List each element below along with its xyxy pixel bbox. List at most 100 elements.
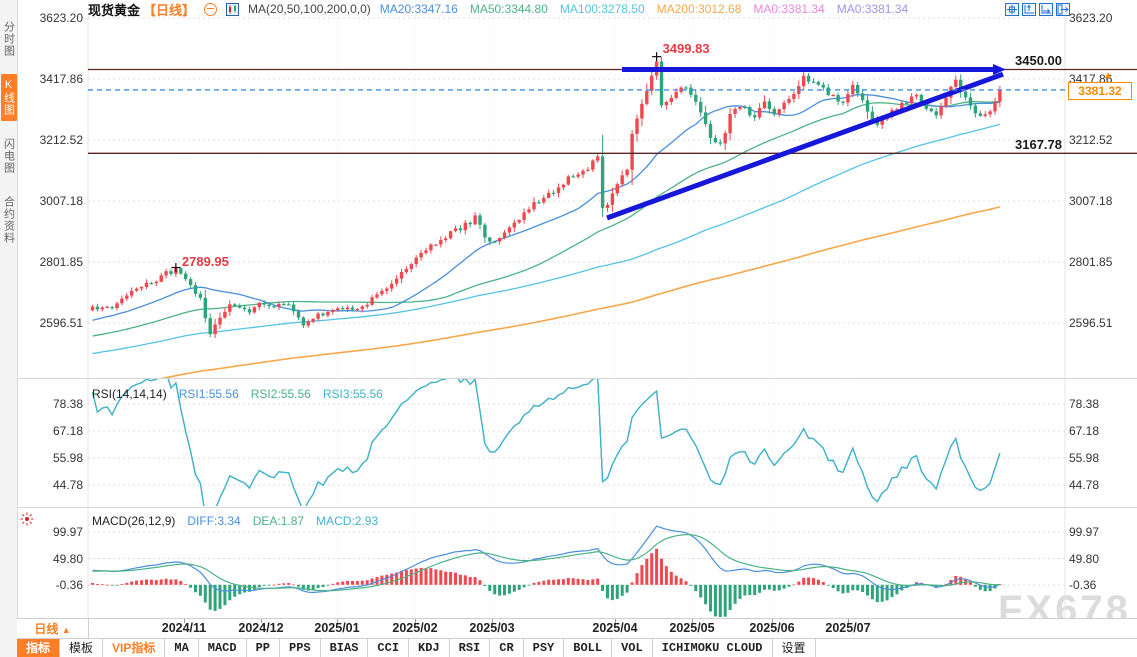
zoom-x-axis-icon[interactable] <box>1039 3 1053 16</box>
panel-separator <box>17 507 1137 508</box>
toolbar-button-vol[interactable]: VOL <box>612 639 653 657</box>
ma-settings-label: MA(20,50,100,200,0,0) <box>248 2 371 16</box>
red-burst-icon[interactable] <box>20 512 34 526</box>
resistance-level-label: 3450.00 <box>992 53 1062 68</box>
toolbar-button-设置[interactable]: 设置 <box>773 639 816 657</box>
axis-label: 2596.51 <box>17 316 86 330</box>
axis-label: 55.98 <box>17 451 86 465</box>
date-tick <box>772 619 773 623</box>
date-tick-label: 2025/06 <box>737 621 807 635</box>
toolbar-button-cr[interactable]: CR <box>490 639 523 657</box>
date-tick-label: 2025/05 <box>657 621 727 635</box>
axis-label: 49.80 <box>1069 552 1099 566</box>
axis-label: 67.18 <box>1069 424 1099 438</box>
toolbar-button-指标[interactable]: 指标 <box>17 639 60 657</box>
export-right-icon[interactable] <box>1056 3 1070 16</box>
indicator-readout: DIFF:3.34 <box>187 514 240 528</box>
axis-label: 3212.52 <box>1069 133 1112 147</box>
date-tick <box>337 619 338 623</box>
toolbar-button-rsi[interactable]: RSI <box>450 639 491 657</box>
panel-separator <box>17 378 1137 379</box>
date-tick-label: 2025/07 <box>813 621 883 635</box>
axis-label: 78.38 <box>17 397 86 411</box>
sidebar-tab-4[interactable]: 合约资料 <box>1 191 17 249</box>
indicator-readout: RSI2:55.56 <box>251 387 311 401</box>
axis-label: 44.78 <box>17 478 86 492</box>
axis-label: 3007.18 <box>17 194 86 208</box>
chart-canvas[interactable] <box>0 0 1137 657</box>
axis-label: 49.80 <box>17 552 86 566</box>
date-tick <box>848 619 849 623</box>
period-tag[interactable]: 【日线】 <box>143 0 195 19</box>
ma-readout: MA200:3012.68 <box>657 2 742 16</box>
axis-label: 78.38 <box>1069 397 1099 411</box>
sidebar-tab-2[interactable]: K线图 <box>1 74 17 121</box>
last-price-badge: 3381.32 <box>1068 82 1132 100</box>
price-up-arrow-icon: ▲ <box>1103 71 1113 81</box>
toolbar-button-boll[interactable]: BOLL <box>564 639 612 657</box>
axis-label: 2801.85 <box>17 255 86 269</box>
axis-label: 44.78 <box>1069 478 1099 492</box>
macd-header: MACD(26,12,9) DIFF:3.34 DEA:1.87 MACD:2.93 <box>92 514 378 528</box>
indicator-readout: DEA:1.87 <box>253 514 304 528</box>
axis-label: 2596.51 <box>1069 316 1112 330</box>
low-price-annotation: 2789.95 <box>182 254 229 269</box>
indicator-readout: MACD:2.93 <box>316 514 378 528</box>
axis-label: -0.36 <box>17 578 86 592</box>
date-tick-label: 2024/12 <box>226 621 296 635</box>
chart-type-icon[interactable] <box>226 3 239 16</box>
date-tick-label: 2024/11 <box>149 621 219 635</box>
symbol-name: 现货黄金 <box>88 0 140 19</box>
axis-label: 3007.18 <box>1069 194 1112 208</box>
indicator-toolbar: 指标模板VIP指标MAMACDPPPPSBIASCCIKDJRSICRPSYBO… <box>17 638 1137 657</box>
timeline-row: 日线 ▲ 2024/112024/122025/012025/022025/03… <box>17 618 1137 639</box>
date-tick-label: 2025/02 <box>380 621 450 635</box>
sidebar-tab-3[interactable]: 闪电图 <box>1 133 17 179</box>
axis-label: 99.97 <box>1069 525 1099 539</box>
toolbar-button-vip指标[interactable]: VIP指标 <box>103 639 165 657</box>
axis-label: 55.98 <box>1069 451 1099 465</box>
toolbar-button-kdj[interactable]: KDJ <box>409 639 450 657</box>
zoom-y-axis-icon[interactable] <box>1022 3 1036 16</box>
ma-readout: MA100:3278.50 <box>560 2 645 16</box>
axis-label: 2801.85 <box>1069 255 1112 269</box>
axis-label: 3417.86 <box>17 72 86 86</box>
period-arrow-icon: ▲ <box>62 625 71 635</box>
axis-label: 3623.20 <box>17 11 86 25</box>
indicator-readout: RSI1:55.56 <box>179 387 239 401</box>
toolbar-button-macd[interactable]: MACD <box>199 639 247 657</box>
sidebar: 分时图 K线图闪电图合约资料 <box>0 0 18 657</box>
axis-label: 3623.20 <box>1069 11 1112 25</box>
ma-readouts: MA20:3347.16 MA50:3344.80 MA100:3278.50 MA2… <box>380 2 908 16</box>
ma-readout: MA0:3381.34 <box>837 2 908 16</box>
macd-title: MACD(26,12,9) <box>92 514 175 528</box>
ma-readout: MA50:3344.80 <box>470 2 548 16</box>
trading-chart-app: FX678 分时图K线图闪电图合约资料 现货黄金 【日线】 MA(20,50,1… <box>0 0 1137 657</box>
ma-readout: MA20:3347.16 <box>380 2 458 16</box>
ma-readout: MA0:3381.34 <box>753 2 824 16</box>
date-tick <box>261 619 262 623</box>
date-tick-label: 2025/04 <box>580 621 650 635</box>
axis-label: -0.36 <box>1069 578 1096 592</box>
pan-crosshair-icon[interactable] <box>1005 3 1019 16</box>
toolbar-button-pp[interactable]: PP <box>247 639 280 657</box>
toolbar-button-pps[interactable]: PPS <box>280 639 321 657</box>
toolbar-button-模板[interactable]: 模板 <box>60 639 103 657</box>
toolbar-button-ichimoku-cloud[interactable]: ICHIMOKU CLOUD <box>653 639 773 657</box>
date-tick <box>615 619 616 623</box>
indicator-readout: RSI3:55.56 <box>323 387 383 401</box>
toolbar-button-bias[interactable]: BIAS <box>321 639 369 657</box>
axis-label: 3212.52 <box>17 133 86 147</box>
collapse-indicator-icon[interactable] <box>204 3 217 16</box>
toolbar-button-psy[interactable]: PSY <box>524 639 565 657</box>
axis-label: 99.97 <box>17 525 86 539</box>
toolbar-button-ma[interactable]: MA <box>165 639 198 657</box>
chart-tool-icons <box>1005 3 1070 16</box>
toolbar-button-cci[interactable]: CCI <box>368 639 409 657</box>
rsi-title: RSI(14,14,14) <box>92 387 167 401</box>
chart-header: 现货黄金 【日线】 MA(20,50,100,200,0,0) MA20:334… <box>88 1 908 17</box>
sidebar-tab-1[interactable]: 分时图 <box>1 16 17 62</box>
date-tick <box>492 619 493 623</box>
period-selector-button[interactable]: 日线 ▲ <box>17 619 89 639</box>
support-level-label: 3167.78 <box>992 137 1062 152</box>
